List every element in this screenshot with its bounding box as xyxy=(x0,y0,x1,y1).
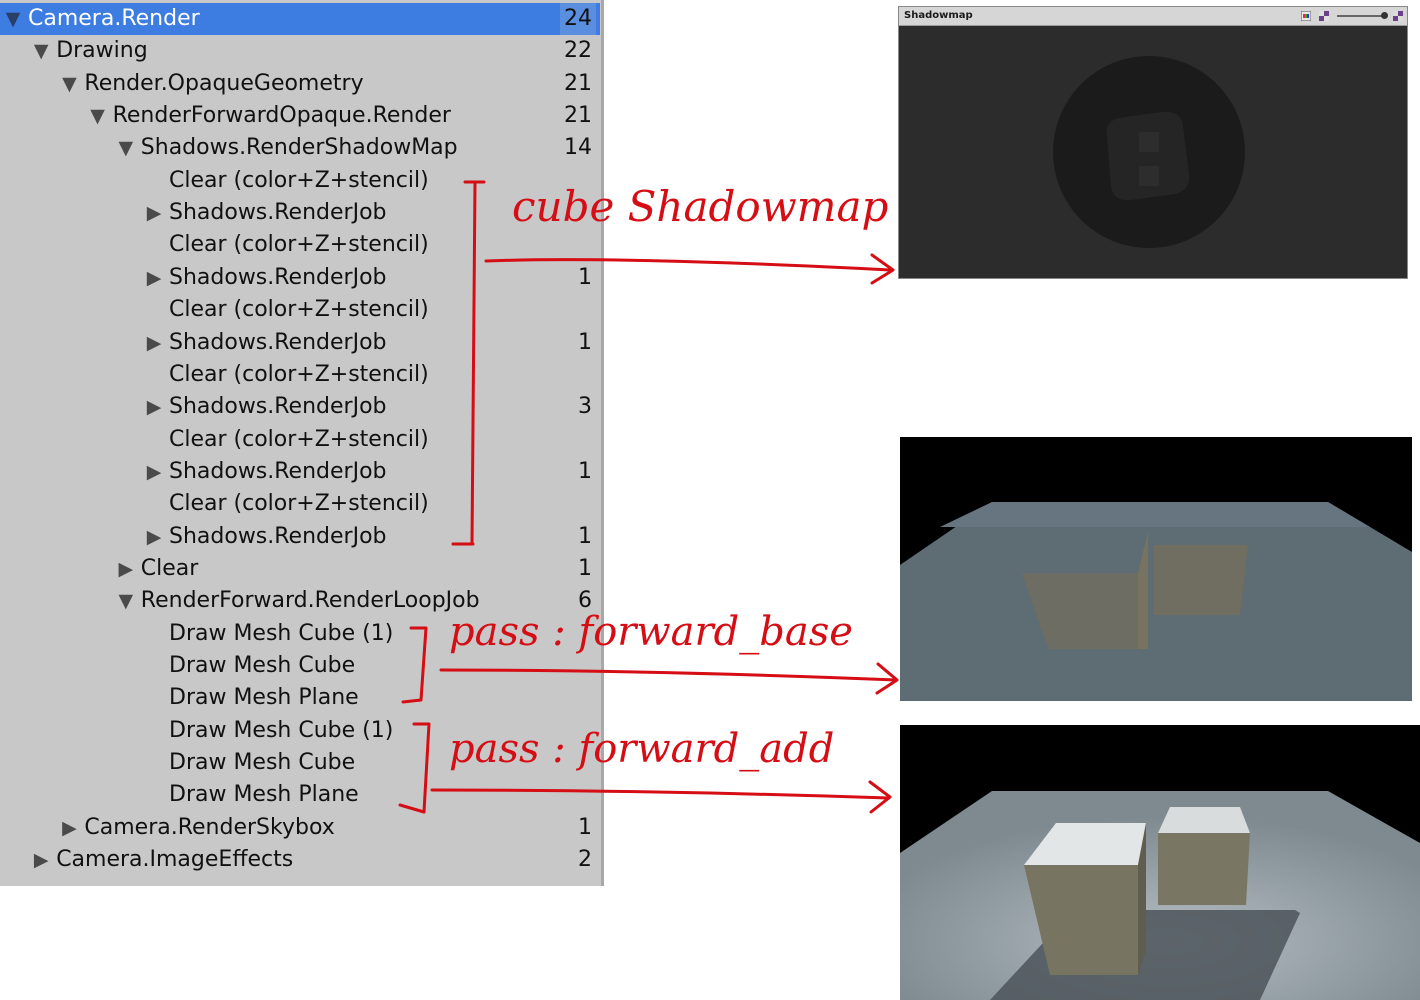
triangle-down-icon[interactable]: ▼ xyxy=(88,100,108,132)
tree-row-label: Clear xyxy=(140,555,199,581)
tree-row-draw-count: 21 xyxy=(564,70,592,96)
tree-row-label: Shadows.RenderJob xyxy=(169,264,387,290)
tree-row[interactable]: ▼ Shadows.RenderShadowMap 14 xyxy=(0,132,600,164)
tree-row[interactable]: Draw Mesh Cube xyxy=(0,747,600,779)
tree-row-label: Draw Mesh Cube (1) xyxy=(169,717,394,743)
tree-row-draw-count: 1 xyxy=(578,329,592,355)
tree-row[interactable]: Clear (color+Z+stencil) xyxy=(0,294,600,326)
tree-row[interactable]: Clear (color+Z+stencil) xyxy=(0,488,600,520)
triangle-right-icon[interactable]: ▶ xyxy=(116,553,136,585)
shadowmap-titlebar: Shadowmap xyxy=(899,7,1407,26)
tree-row-label: Shadows.RenderJob xyxy=(169,329,387,355)
tree-row[interactable]: Draw Mesh Cube (1) xyxy=(0,618,600,650)
alpha-checker-icon[interactable] xyxy=(1319,11,1329,21)
tree-row-draw-count: 22 xyxy=(564,38,592,64)
tree-row[interactable]: Clear (color+Z+stencil) xyxy=(0,165,600,197)
mip-slider-icon[interactable] xyxy=(1337,15,1385,17)
triangle-right-icon[interactable]: ▶ xyxy=(31,844,51,876)
tree-row-label: Clear (color+Z+stencil) xyxy=(169,491,429,517)
triangle-right-icon[interactable]: ▶ xyxy=(144,521,164,553)
tree-row[interactable]: Draw Mesh Plane xyxy=(0,779,600,811)
tree-row-draw-count: 3 xyxy=(578,394,592,420)
tree-row-label: Camera.ImageEffects xyxy=(56,847,294,873)
tree-row-draw-count: 1 xyxy=(578,523,592,549)
triangle-down-icon[interactable]: ▼ xyxy=(59,68,79,100)
tree-row-label: Clear (color+Z+stencil) xyxy=(169,297,429,323)
shadowmap-arrow-head xyxy=(870,253,895,285)
forward-add-render-preview xyxy=(900,725,1420,1000)
tree-row-label: Clear (color+Z+stencil) xyxy=(169,361,429,387)
tree-row-label: Clear (color+Z+stencil) xyxy=(169,167,429,193)
tree-row-draw-count: 1 xyxy=(578,555,592,581)
tree-row-draw-count: 21 xyxy=(564,103,592,129)
tree-row-draw-count: 1 xyxy=(578,458,592,484)
tree-row-label: Clear (color+Z+stencil) xyxy=(169,232,429,258)
tree-row-label: Camera.RenderSkybox xyxy=(84,814,335,840)
shadowmap-preview-window: Shadowmap xyxy=(898,6,1408,279)
tree-row-draw-count: 2 xyxy=(578,847,592,873)
tree-row[interactable]: Draw Mesh Plane xyxy=(0,682,600,714)
tree-row-label: RenderForwardOpaque.Render xyxy=(112,103,451,129)
shadowmap-texture-preview xyxy=(899,26,1407,278)
tree-row[interactable]: Clear (color+Z+stencil) xyxy=(0,359,600,391)
tree-row[interactable]: ▶ Shadows.RenderJob 1 xyxy=(0,262,600,294)
tree-row[interactable]: ▼ Drawing 22 xyxy=(0,35,600,67)
tree-row-label: Clear (color+Z+stencil) xyxy=(169,426,429,452)
shadowmap-title: Shadowmap xyxy=(904,10,973,21)
tree-row-label: Shadows.RenderJob xyxy=(169,200,387,226)
tree-row[interactable]: ▶ Shadows.RenderJob 1 xyxy=(0,456,600,488)
triangle-right-icon[interactable]: ▶ xyxy=(144,262,164,294)
tree-row[interactable]: ▼ RenderForward.RenderLoopJob 6 xyxy=(0,585,600,617)
triangle-down-icon[interactable]: ▼ xyxy=(116,132,136,164)
tree-row[interactable]: ▼ Render.OpaqueGeometry 21 xyxy=(0,68,600,100)
triangle-down-icon[interactable]: ▼ xyxy=(116,585,136,617)
tree-row-label: Draw Mesh Plane xyxy=(169,685,359,711)
tree-row-label: Draw Mesh Cube xyxy=(169,750,356,776)
triangle-right-icon[interactable]: ▶ xyxy=(144,197,164,229)
tree-row[interactable]: ▶ Camera.ImageEffects 2 xyxy=(0,844,600,876)
tree-row[interactable]: Draw Mesh Cube xyxy=(0,650,600,682)
tree-row[interactable]: ▶ Camera.RenderSkybox 1 xyxy=(0,812,600,844)
tree-row-label: Drawing xyxy=(56,38,148,64)
tree-row[interactable]: ▼ RenderForwardOpaque.Render 21 xyxy=(0,100,600,132)
tree-row-label: Draw Mesh Cube xyxy=(169,653,356,678)
tree-row[interactable]: Draw Mesh Cube (1) xyxy=(0,715,600,747)
forward-base-render-preview xyxy=(900,437,1412,701)
triangle-right-icon[interactable]: ▶ xyxy=(144,456,164,488)
tree-row-label: Shadows.RenderJob xyxy=(169,394,387,420)
tree-row[interactable]: ▶ Shadows.RenderJob 1 xyxy=(0,327,600,359)
tree-row-label: Draw Mesh Cube (1) xyxy=(169,620,394,646)
tree-row[interactable]: Clear (color+Z+stencil) xyxy=(0,229,600,261)
tree-row-draw-count: 6 xyxy=(578,588,592,614)
tree-row-label: Render.OpaqueGeometry xyxy=(84,70,364,96)
triangle-down-icon[interactable]: ▼ xyxy=(31,35,51,67)
checker-icon[interactable] xyxy=(1393,11,1403,21)
tree-row-label: Shadows.RenderShadowMap xyxy=(140,135,458,161)
forward-base-arrow-head xyxy=(875,662,899,695)
triangle-right-icon[interactable]: ▶ xyxy=(144,327,164,359)
tree-row-draw-count: 1 xyxy=(578,264,592,290)
tree-row-draw-count: 1 xyxy=(578,814,592,840)
tree-row-label: Shadows.RenderJob xyxy=(169,523,387,549)
tree-row[interactable]: ▶ Shadows.RenderJob 1 xyxy=(0,521,600,553)
triangle-down-icon[interactable]: ▼ xyxy=(3,3,23,35)
tree-row[interactable]: ▼ Camera.Render 24 xyxy=(0,3,600,35)
triangle-right-icon[interactable]: ▶ xyxy=(144,391,164,423)
tree-row[interactable]: ▶ Shadows.RenderJob xyxy=(0,197,600,229)
tree-row-label: Draw Mesh Plane xyxy=(169,782,359,808)
rgb-channels-icon[interactable] xyxy=(1301,11,1311,21)
tree-row[interactable]: ▶ Shadows.RenderJob 3 xyxy=(0,391,600,423)
tree-row-label: RenderForward.RenderLoopJob xyxy=(140,588,480,614)
tree-row-draw-count: 14 xyxy=(564,135,592,161)
forward-add-arrow-head xyxy=(868,780,892,814)
tree-row-label: Shadows.RenderJob xyxy=(169,458,387,484)
tree-row[interactable]: ▶ Clear 1 xyxy=(0,553,600,585)
tree-row-draw-count: 24 xyxy=(560,3,596,35)
tree-row[interactable]: Clear (color+Z+stencil) xyxy=(0,424,600,456)
frame-debugger-event-tree[interactable]: ▼ Camera.Render 24 ▼ Drawing 22 ▼ Render.Opaque… xyxy=(0,0,604,886)
triangle-right-icon[interactable]: ▶ xyxy=(59,812,79,844)
tree-row-label: Camera.Render xyxy=(28,6,200,31)
mip-slider-knob[interactable] xyxy=(1381,12,1388,19)
